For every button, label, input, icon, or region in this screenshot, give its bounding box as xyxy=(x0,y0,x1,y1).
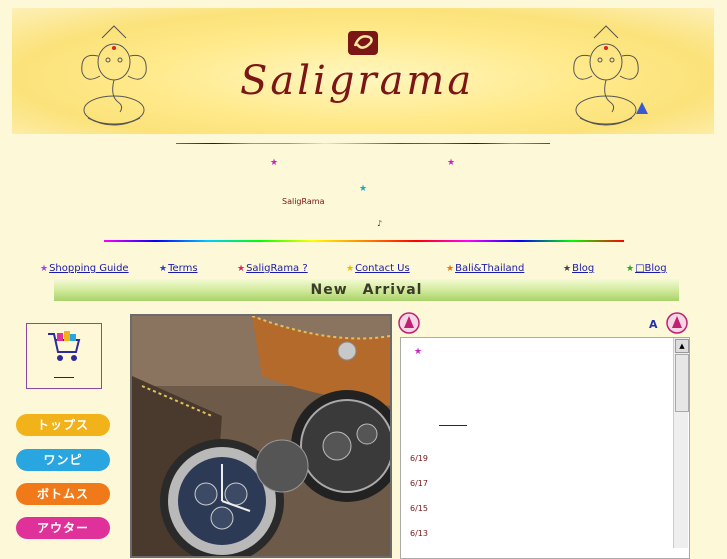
ganesha-illustration-left xyxy=(81,25,147,126)
nav-link[interactable]: Terms xyxy=(168,263,197,274)
star-icon: ★ xyxy=(563,264,572,274)
nav-link[interactable]: Contact Us xyxy=(355,263,410,274)
nav-item-blog-2[interactable]: ★□Blog xyxy=(626,256,667,275)
cart-box[interactable] xyxy=(26,323,102,389)
star-icon: ★ xyxy=(346,264,355,274)
nav-link-glyph[interactable]: □ xyxy=(635,263,644,274)
rainbow-divider-nav xyxy=(104,240,624,242)
star-icon: ★ xyxy=(447,158,456,168)
news-date: 6/17 xyxy=(410,479,428,488)
category-tops-button[interactable]: トップス xyxy=(16,414,110,436)
ganesha-illustration-right xyxy=(573,25,648,126)
nav-item-saligrama[interactable]: ★SaligRama ? xyxy=(237,256,308,275)
nav-item-terms[interactable]: ★Terms xyxy=(159,256,198,275)
nav-link[interactable]: Bali&Thailand xyxy=(455,263,524,274)
scroll-thumb[interactable] xyxy=(675,354,689,412)
star-icon: ★ xyxy=(414,347,423,357)
nav-link[interactable]: Blog xyxy=(572,263,594,274)
star-icon: ★ xyxy=(40,264,49,274)
logo-mark-icon xyxy=(348,31,378,55)
nav-link[interactable]: Shopping Guide xyxy=(49,263,129,274)
nav-item-contact[interactable]: ★Contact Us xyxy=(346,256,410,275)
nav-link[interactable]: Blog xyxy=(645,263,667,274)
nav-item-bali-thailand[interactable]: ★Bali&Thailand xyxy=(446,256,524,275)
category-bottoms-button[interactable]: ボトムス xyxy=(16,483,110,505)
category-onepiece-button[interactable]: ワンピ xyxy=(16,449,110,471)
section-title-bar: New Arrival xyxy=(54,279,679,301)
watches-image xyxy=(132,316,390,556)
scroll-arrow-up-icon[interactable]: ▲ xyxy=(675,339,689,353)
logo-wordmark[interactable]: Saligrama xyxy=(240,58,474,104)
star-icon: ★ xyxy=(626,264,635,274)
news-date: 6/13 xyxy=(410,529,428,538)
star-icon: ★ xyxy=(446,264,455,274)
scroll-down-button[interactable] xyxy=(666,312,688,334)
nav-link[interactable]: SaligRama ? xyxy=(246,263,308,274)
cart-link-underline[interactable] xyxy=(54,377,74,378)
intro-brand-text: SaligRama xyxy=(282,197,325,206)
news-link-underline[interactable] xyxy=(439,425,467,426)
news-date: 6/19 xyxy=(410,454,428,463)
nav-item-shopping-guide[interactable]: ★Shopping Guide xyxy=(40,256,129,275)
star-icon: ★ xyxy=(237,264,246,274)
scroll-up-button[interactable] xyxy=(398,312,420,334)
nav-item-blog[interactable]: ★Blog xyxy=(563,256,594,275)
star-icon: ★ xyxy=(270,158,279,168)
category-outer-button[interactable]: アウター xyxy=(16,517,110,539)
corner-letter: A xyxy=(649,318,658,331)
rainbow-divider-top xyxy=(176,143,550,144)
star-icon: ★ xyxy=(359,184,368,194)
news-scrollbar[interactable]: ▲ xyxy=(673,338,689,548)
news-panel[interactable]: ★ 6/19 6/17 6/15 6/13 xyxy=(400,337,690,559)
news-date: 6/15 xyxy=(410,504,428,513)
star-icon: ★ xyxy=(159,264,168,274)
shopping-cart-icon[interactable] xyxy=(46,330,82,364)
product-photo-watches[interactable] xyxy=(130,314,392,558)
music-note-icon: ♪ xyxy=(377,219,383,228)
